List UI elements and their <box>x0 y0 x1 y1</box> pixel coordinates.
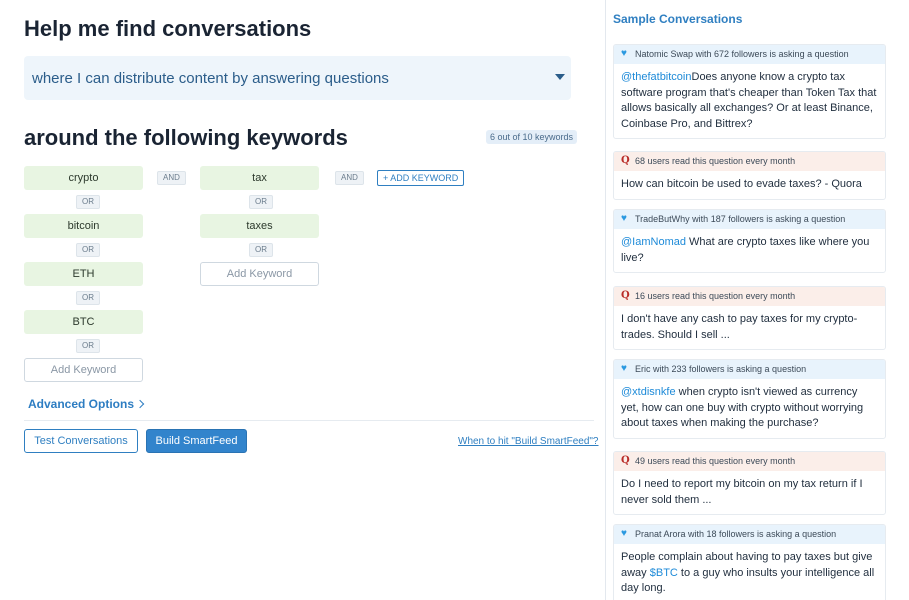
chevron-right-icon <box>135 399 145 409</box>
card-header-text: TradeButWhy with 187 followers is asking… <box>635 214 846 224</box>
conversation-card[interactable]: ♥ TradeButWhy with 187 followers is askin… <box>613 209 886 273</box>
card-header-text: 49 users read this question every month <box>635 456 796 466</box>
mention-link[interactable]: @IamNomad <box>621 236 686 248</box>
conversation-card[interactable]: Q 68 users read this question every month… <box>613 151 886 200</box>
keyword-chip[interactable]: ETH <box>24 262 143 286</box>
card-header-text: 68 users read this question every month <box>635 156 796 166</box>
goal-dropdown[interactable]: where I can distribute content by answer… <box>24 56 571 100</box>
mention-link[interactable]: @thefatbitcoin <box>621 71 692 83</box>
goal-selected-value: where I can distribute content by answer… <box>32 69 389 87</box>
twitter-icon: ♥ <box>621 363 627 374</box>
advanced-options-label: Advanced Options <box>28 397 135 411</box>
card-text: Do I need to report my bitcoin on my tax… <box>621 478 863 506</box>
add-keyword-group-button[interactable]: + ADD KEYWORD <box>377 170 465 186</box>
quora-icon: Q <box>621 290 630 301</box>
card-header: ♥ Natomic Swap with 672 followers is aski… <box>614 45 885 64</box>
build-smartfeed-button[interactable]: Build SmartFeed <box>146 429 247 453</box>
keyword-chip[interactable]: taxes <box>200 214 319 238</box>
quora-icon: Q <box>621 455 630 466</box>
card-header-text: Eric with 233 followers is asking a ques… <box>635 364 807 374</box>
twitter-icon: ♥ <box>621 528 627 539</box>
quora-icon: Q <box>621 155 630 166</box>
or-connector: OR <box>76 339 100 353</box>
card-header: ♥ Eric with 233 followers is asking a que… <box>614 360 885 379</box>
or-connector: OR <box>76 195 100 209</box>
card-body: @xtdisnkfe when crypto isn't viewed as c… <box>614 379 885 438</box>
keyword-chip[interactable]: BTC <box>24 310 143 334</box>
keywords-heading: around the following keywords <box>24 125 348 150</box>
twitter-icon: ♥ <box>621 48 627 59</box>
card-body: @IamNomad What are crypto taxes like whe… <box>614 229 885 272</box>
card-body: How can bitcoin be used to evade taxes? … <box>614 171 885 199</box>
card-text: I don't have any cash to pay taxes for m… <box>621 313 858 341</box>
smartfeed-builder: Help me find conversations where I can d… <box>0 0 605 600</box>
card-header: ♥ Pranat Arora with 18 followers is askin… <box>614 525 885 544</box>
test-conversations-button[interactable]: Test Conversations <box>24 429 138 453</box>
mention-link[interactable]: $BTC <box>650 567 678 579</box>
keyword-chip[interactable]: crypto <box>24 166 143 190</box>
card-header: Q 49 users read this question every month <box>614 452 885 471</box>
card-header: Q 68 users read this question every month <box>614 152 885 171</box>
card-body: People complain about having to pay taxe… <box>614 544 885 600</box>
card-body: Do I need to report my bitcoin on my tax… <box>614 471 885 514</box>
card-header-text: Natomic Swap with 672 followers is askin… <box>635 49 849 59</box>
sample-conversations-panel: Sample Conversations ♥ Natomic Swap with … <box>605 0 909 600</box>
add-keyword-input[interactable]: Add Keyword <box>24 358 143 382</box>
card-body: @thefatbitcoinDoes anyone know a crypto … <box>614 64 885 138</box>
keyword-chip[interactable]: tax <box>200 166 319 190</box>
conversation-card[interactable]: Q 16 users read this question every month… <box>613 286 886 350</box>
divider <box>24 420 594 421</box>
card-header-text: 16 users read this question every month <box>635 291 796 301</box>
advanced-options-link[interactable]: Advanced Options <box>28 397 145 411</box>
card-header: ♥ TradeButWhy with 187 followers is askin… <box>614 210 885 229</box>
conversation-card[interactable]: ♥ Eric with 233 followers is asking a que… <box>613 359 886 439</box>
card-text: How can bitcoin be used to evade taxes? … <box>621 178 862 190</box>
keyword-count-badge: 6 out of 10 keywords <box>486 130 578 144</box>
or-connector: OR <box>76 291 100 305</box>
build-smartfeed-help-link[interactable]: When to hit "Build SmartFeed"? <box>458 436 599 447</box>
add-keyword-input[interactable]: Add Keyword <box>200 262 319 286</box>
and-connector: AND <box>157 171 186 185</box>
caret-down-icon <box>555 74 565 80</box>
and-connector: AND <box>335 171 364 185</box>
card-header-text: Pranat Arora with 18 followers is asking… <box>635 529 837 539</box>
or-connector: OR <box>249 195 273 209</box>
mention-link[interactable]: @xtdisnkfe <box>621 386 676 398</box>
or-connector: OR <box>249 243 273 257</box>
keyword-chip[interactable]: bitcoin <box>24 214 143 238</box>
card-header: Q 16 users read this question every month <box>614 287 885 306</box>
panel-title: Sample Conversations <box>613 12 743 26</box>
page-title: Help me find conversations <box>24 16 312 41</box>
card-body: I don't have any cash to pay taxes for m… <box>614 306 885 349</box>
conversation-card[interactable]: ♥ Pranat Arora with 18 followers is askin… <box>613 524 886 600</box>
conversation-card[interactable]: ♥ Natomic Swap with 672 followers is aski… <box>613 44 886 139</box>
twitter-icon: ♥ <box>621 213 627 224</box>
app-frame: Help me find conversations where I can d… <box>0 0 909 600</box>
or-connector: OR <box>76 243 100 257</box>
conversation-card[interactable]: Q 49 users read this question every month… <box>613 451 886 515</box>
